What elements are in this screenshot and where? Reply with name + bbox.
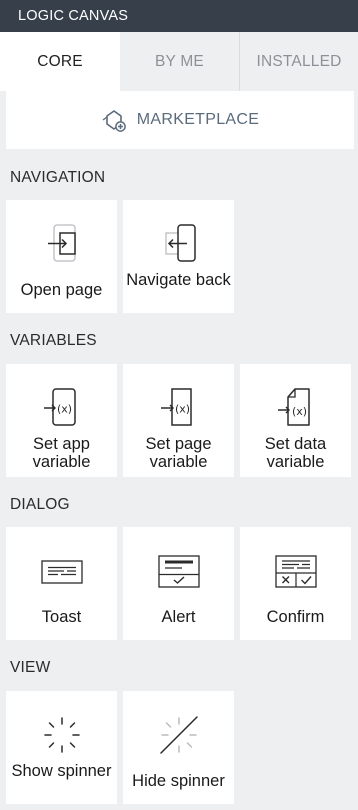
tile-navigate-back[interactable]: Navigate back (123, 200, 234, 313)
svg-text:(x): (x) (291, 405, 306, 418)
set-page-variable-icon: (x) (123, 386, 234, 430)
marketplace-label: MARKETPLACE (136, 111, 260, 128)
tile-label: Open page (20, 281, 103, 299)
tile-set-app-variable[interactable]: (x) Set app variable (6, 364, 117, 477)
set-data-variable-icon: (x) (240, 386, 351, 430)
hide-spinner-icon (123, 713, 234, 757)
tile-label: Show spinner (11, 762, 112, 780)
tile-hide-spinner[interactable]: Hide spinner (123, 691, 234, 804)
section-title-variables: VARIABLES (10, 332, 97, 349)
tile-label: Set page variable (145, 435, 212, 471)
tile-label: Alert (161, 608, 196, 626)
tile-open-page[interactable]: Open page (6, 200, 117, 313)
section-title-navigation: NAVIGATION (10, 169, 106, 186)
tile-label: Set data variable (264, 435, 327, 471)
tile-label: Toast (41, 608, 82, 626)
confirm-icon (240, 549, 351, 593)
tile-label: Confirm (266, 608, 325, 626)
tile-label: Hide spinner (132, 772, 225, 790)
tile-confirm[interactable]: Confirm (240, 527, 351, 640)
toast-icon (6, 549, 117, 593)
panel-title: LOGIC CANVAS (0, 0, 358, 32)
navigate-back-icon (123, 222, 234, 266)
tile-set-page-variable[interactable]: (x) Set page variable (123, 364, 234, 477)
section-title-dialog: DIALOG (10, 496, 70, 513)
alert-icon (123, 549, 234, 593)
tile-label: Set app variable (32, 435, 91, 471)
tile-toast[interactable]: Toast (6, 527, 117, 640)
svg-text:(x): (x) (56, 403, 71, 416)
tab-bar: CORE BY ME INSTALLED (0, 32, 358, 91)
tab-core[interactable]: CORE (0, 32, 120, 91)
marketplace-button[interactable]: MARKETPLACE (6, 91, 354, 149)
svg-text:(x): (x) (174, 403, 189, 416)
marketplace-icon (101, 107, 127, 133)
tile-label: Navigate back (126, 271, 231, 289)
tile-alert[interactable]: Alert (123, 527, 234, 640)
open-page-icon (6, 222, 117, 266)
tile-set-data-variable[interactable]: (x) Set data variable (240, 364, 351, 477)
tab-by-me[interactable]: BY ME (120, 32, 240, 91)
show-spinner-icon (6, 713, 117, 757)
tab-installed[interactable]: INSTALLED (240, 32, 358, 91)
set-app-variable-icon: (x) (6, 386, 117, 430)
section-title-view: VIEW (10, 659, 51, 676)
tile-show-spinner[interactable]: Show spinner (6, 691, 117, 804)
